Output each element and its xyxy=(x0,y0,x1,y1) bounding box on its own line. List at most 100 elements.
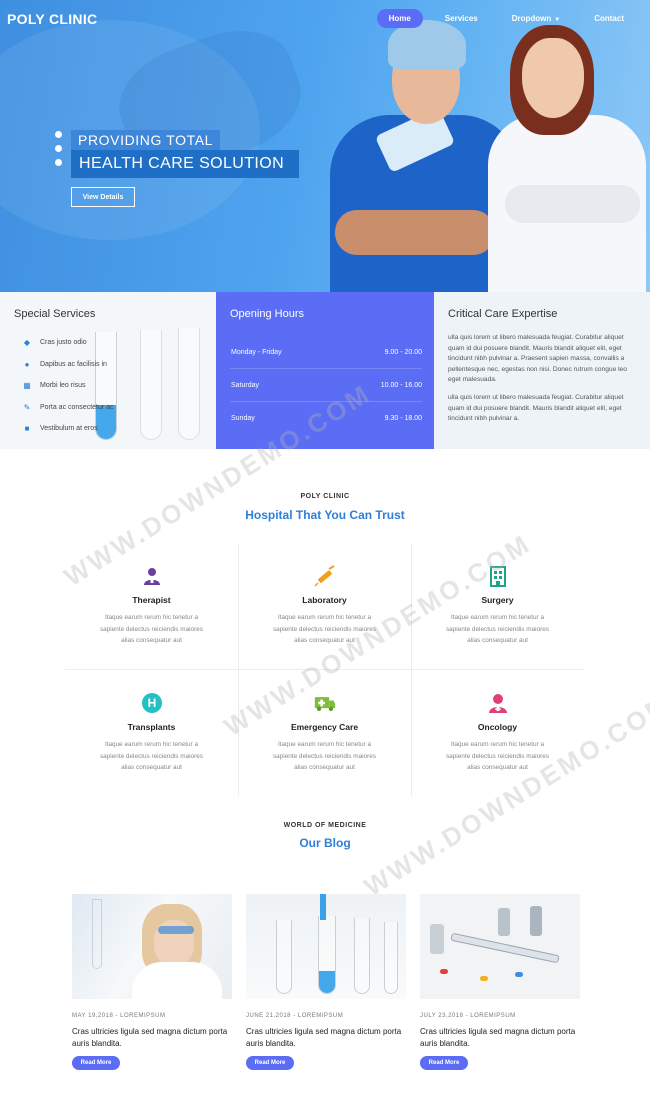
service-name: Therapist xyxy=(132,595,171,605)
about-kicker: POLY CLINIC xyxy=(300,493,350,500)
blog-meta: JUNE 21,2018 - LOREMIPSUM xyxy=(246,1013,344,1019)
blog-card: JUNE 21,2018 - LOREMIPSUM Cras ultricies… xyxy=(246,894,406,1070)
blog-card: MAY 19,2018 - LOREMIPSUM Cras ultricies … xyxy=(72,894,232,1070)
special-services-list: ◆ Cras justo odio ● Dapibus ac facilisis i… xyxy=(22,332,114,440)
list-item[interactable]: ● Dapibus ac facilisis in xyxy=(22,354,114,376)
syringe xyxy=(450,932,560,964)
hours-time: 9.30 - 18.00 xyxy=(384,415,422,422)
slider-dots xyxy=(55,131,62,173)
blog-meta: MAY 19,2018 - LOREMIPSUM xyxy=(72,1013,166,1019)
hours-row: Saturday 10.00 - 16.00 xyxy=(230,369,422,402)
h-sign-icon: H xyxy=(141,692,163,714)
service-card[interactable]: Surgery Itaque earum rerum hic tenetur a… xyxy=(411,565,584,647)
list-item-label: Morbi leo risus xyxy=(40,382,86,390)
test-tube-image xyxy=(354,918,370,994)
diamond-icon: ◆ xyxy=(23,338,31,348)
lab-glassware xyxy=(92,899,102,969)
pill xyxy=(515,972,523,977)
pill xyxy=(480,976,488,981)
test-tube-image xyxy=(140,330,162,440)
service-name: Transplants xyxy=(127,722,176,732)
service-card[interactable]: H Transplants Itaque earum rerum hic ten… xyxy=(65,692,238,774)
test-tube-image xyxy=(276,920,292,994)
blog-image[interactable] xyxy=(72,894,232,999)
nav-dropdown[interactable]: Dropdown ▼ xyxy=(500,9,573,28)
pipette xyxy=(320,894,326,920)
service-card[interactable]: Oncology Itaque earum rerum hic tenetur … xyxy=(411,692,584,774)
service-name: Laboratory xyxy=(302,595,347,605)
list-item[interactable]: ■ Vestibulum at eros xyxy=(22,418,114,440)
critical-care-paragraph: ulla quis lorem ut libero malesuada feug… xyxy=(448,334,627,384)
blog-post-title[interactable]: Cras ultricies ligula sed magna dictum p… xyxy=(420,1026,580,1050)
opening-hours-title: Opening Hours xyxy=(230,308,304,320)
tube-liquid xyxy=(319,971,335,993)
blog-image[interactable] xyxy=(246,894,406,999)
pencil-icon: ✎ xyxy=(23,402,31,412)
opening-hours-panel: Opening Hours Monday - Friday 9.00 - 20.0… xyxy=(216,292,434,449)
doctor-arms xyxy=(335,210,495,255)
blog-post-title[interactable]: Cras ultricies ligula sed magna dictum p… xyxy=(246,1026,406,1050)
services-grid: Therapist Itaque earum rerum hic tenetur… xyxy=(65,543,585,796)
test-tube-image xyxy=(318,916,336,994)
service-desc: Itaque earum rerum hic tenetur a sapient… xyxy=(445,614,549,644)
blog-post-title[interactable]: Cras ultricies ligula sed magna dictum p… xyxy=(72,1026,232,1050)
blog-image[interactable] xyxy=(420,894,580,999)
vial xyxy=(430,924,444,954)
nav-home[interactable]: Home xyxy=(376,9,423,28)
blog-meta: JULY 23,2018 - LOREMIPSUM xyxy=(420,1013,516,1019)
service-desc: Itaque earum rerum hic tenetur a sapient… xyxy=(272,614,376,644)
info-strip: Special Services ◆ Cras justo odio ● Dapib… xyxy=(0,292,650,449)
pill xyxy=(440,969,448,974)
read-more-button[interactable]: Read More xyxy=(420,1056,468,1070)
critical-care-panel: Critical Care Expertise ulla quis lorem … xyxy=(434,292,650,449)
main-nav: Home Services Dropdown ▼ Contact xyxy=(367,9,636,28)
service-desc: Itaque earum rerum hic tenetur a sapient… xyxy=(99,614,203,644)
hours-time: 10.00 - 16.00 xyxy=(380,381,422,389)
vial xyxy=(498,908,510,936)
brand-logo[interactable]: POLY CLINIC xyxy=(7,11,97,27)
critical-care-text: ulla quis lorem ut libero malesuada feug… xyxy=(448,333,638,432)
service-name: Surgery xyxy=(481,595,514,605)
nurse-head xyxy=(522,38,584,118)
list-item[interactable]: ◆ Cras justo odio xyxy=(22,332,114,354)
nav-services[interactable]: Services xyxy=(433,9,490,28)
list-item[interactable]: ✎ Porta ac consectetur ac xyxy=(22,397,114,419)
slider-dot[interactable] xyxy=(55,131,62,138)
slider-dot[interactable] xyxy=(55,159,62,166)
nav-contact[interactable]: Contact xyxy=(582,9,636,28)
read-more-button[interactable]: Read More xyxy=(246,1056,294,1070)
read-more-button[interactable]: Read More xyxy=(72,1056,120,1070)
blog-kicker: WORLD OF MEDICINE xyxy=(283,822,367,829)
view-details-button[interactable]: View Details xyxy=(71,187,135,207)
hours-day: Saturday xyxy=(231,381,260,389)
service-name: Oncology xyxy=(477,722,518,732)
service-name: Emergency Care xyxy=(290,722,359,732)
nav-dropdown-label: Dropdown xyxy=(511,14,552,23)
nurse-arms xyxy=(505,185,640,223)
slider-dot[interactable] xyxy=(55,145,62,152)
blog-title: Our Blog xyxy=(299,836,351,850)
critical-care-title: Critical Care Expertise xyxy=(448,308,558,320)
list-item-label: Dapibus ac facilisis in xyxy=(40,360,107,368)
special-services-title: Special Services xyxy=(14,308,96,320)
syringe-icon xyxy=(313,565,336,587)
hero-banner: POLY CLINIC Home Services Dropdown ▼ Cont… xyxy=(0,0,650,292)
service-desc: Itaque earum rerum hic tenetur a sapient… xyxy=(445,741,549,771)
service-card[interactable]: Emergency Care Itaque earum rerum hic te… xyxy=(238,692,411,774)
user-icon: ● xyxy=(24,359,30,369)
hours-time: 9.00 - 20.00 xyxy=(384,348,422,356)
special-services-panel: Special Services ◆ Cras justo odio ● Dapib… xyxy=(0,292,216,449)
about-title: Hospital That You Can Trust xyxy=(245,508,405,522)
list-item-label: Cras justo odio xyxy=(40,339,87,347)
svg-text:H: H xyxy=(147,696,156,710)
list-item[interactable]: ▦ Morbi leo risus xyxy=(22,375,114,397)
service-card[interactable]: Laboratory Itaque earum rerum hic tenetu… xyxy=(238,565,411,647)
hospital-icon xyxy=(487,565,509,587)
test-tube-image xyxy=(384,922,398,994)
hours-row: Monday - Friday 9.00 - 20.00 xyxy=(230,336,422,369)
service-card[interactable]: Therapist Itaque earum rerum hic tenetur… xyxy=(65,565,238,647)
hero-title-line1: PROVIDING TOTAL xyxy=(71,130,221,150)
nurse-icon xyxy=(487,692,509,714)
hero-title-line2: HEALTH CARE SOLUTION xyxy=(71,150,299,178)
vial xyxy=(530,906,542,936)
